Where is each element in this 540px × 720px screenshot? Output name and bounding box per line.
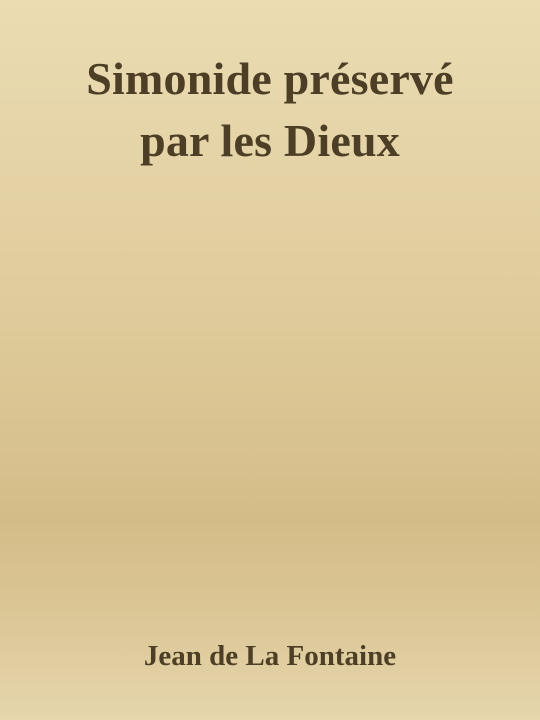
book-author: Jean de La Fontaine xyxy=(143,640,397,672)
book-title-line-2: par les Dieux xyxy=(140,115,400,166)
book-title-line-1: Simonide préservé xyxy=(86,53,454,104)
book-cover: Simonide préservé par les Dieux Jean de … xyxy=(0,0,540,720)
book-title: Simonide préservé par les Dieux xyxy=(20,48,520,172)
